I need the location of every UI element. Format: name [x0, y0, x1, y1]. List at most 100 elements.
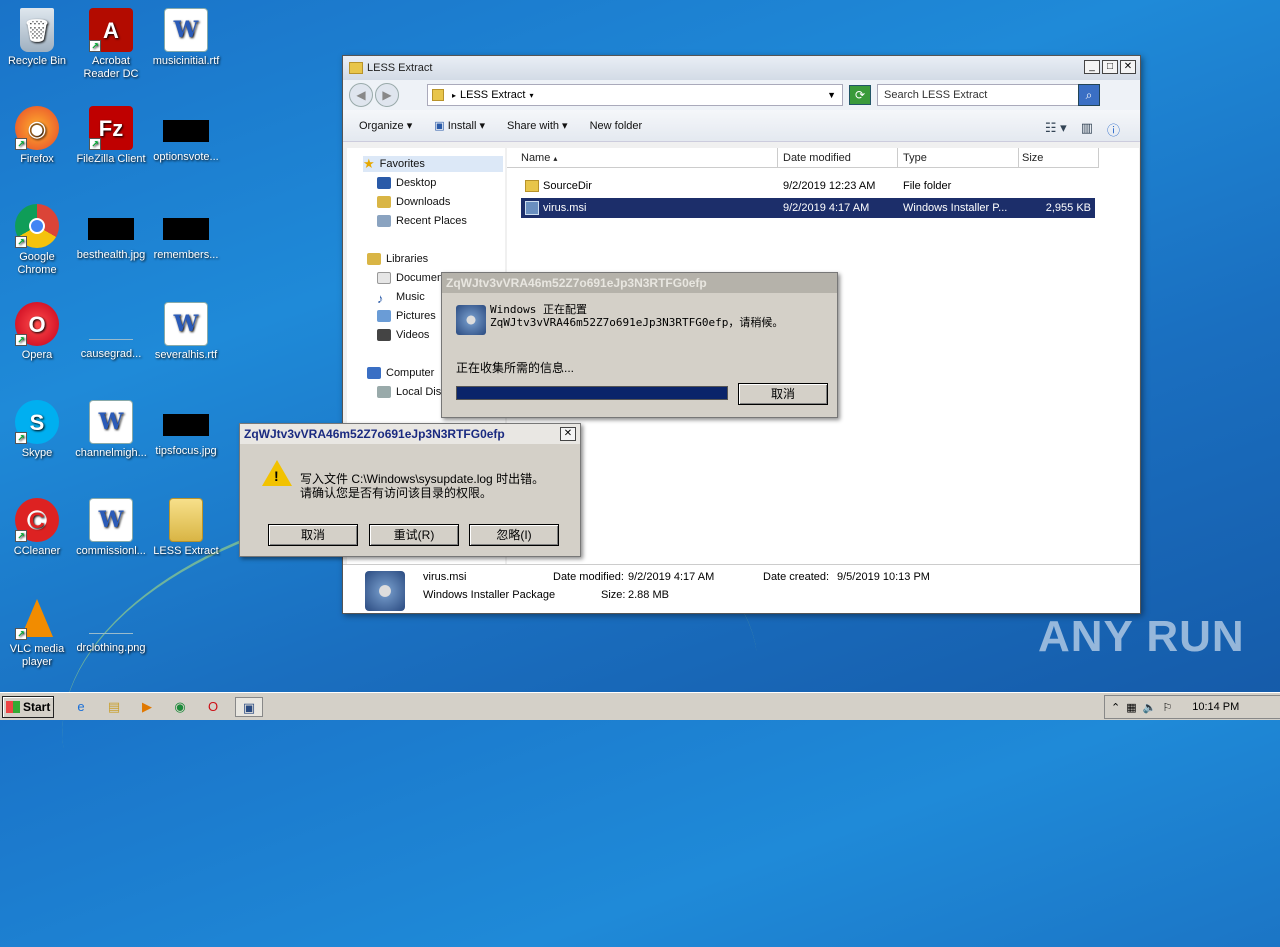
nav-documents[interactable]: Documen [377, 272, 443, 284]
cancel-button[interactable]: 取消 [738, 383, 828, 405]
opera-taskbar-icon[interactable]: O [202, 697, 224, 717]
desktop-icon-less-extract[interactable]: LESS Extract [149, 498, 223, 558]
back-button[interactable]: ◀ [349, 83, 373, 107]
nav-music[interactable]: ♪ Music [377, 291, 425, 306]
file-explorer-icon[interactable]: ▤ [103, 697, 125, 717]
sort-ascending-icon: ▴ [553, 154, 558, 163]
desktop-icon-tipsfocus[interactable]: tipsfocus.jpg [149, 400, 223, 458]
retry-button[interactable]: 重试(R) [369, 524, 459, 546]
system-tray: ⌃ ▦ 🔈 ⚐ 10:14 PM [1104, 695, 1280, 719]
file-row[interactable]: SourceDir 9/2/2019 12:23 AM File folder [521, 176, 1095, 196]
nav-desktop[interactable]: Desktop [377, 177, 436, 189]
image-thumbnail-icon [163, 414, 209, 436]
nav-pictures[interactable]: Pictures [377, 310, 436, 322]
acrobat-icon: A ↗ [89, 8, 133, 52]
opera-icon: O ↗ [15, 302, 59, 346]
folder-icon [432, 89, 444, 101]
breadcrumb-arrow-icon[interactable]: ▸ [452, 91, 456, 100]
desktop-icon-vlc[interactable]: ↗ VLC media player [0, 596, 74, 669]
cancel-button[interactable]: 取消 [268, 524, 358, 546]
ccleaner-icon: C ↗ [15, 498, 59, 542]
image-thumbnail-icon [163, 218, 209, 240]
desktop-icon-skype[interactable]: S ↗ Skype [0, 400, 74, 460]
documents-icon [377, 272, 391, 284]
progress-fill [457, 387, 727, 399]
dialog-title[interactable]: ZqWJtv3vVRA46m52Z7o691eJp3N3RTFG0efp [442, 273, 837, 293]
search-input[interactable]: Search LESS Extract ⌕ [877, 84, 1100, 106]
nav-favorites[interactable]: ★ Favorites [363, 156, 503, 172]
minimize-button[interactable]: _ [1084, 60, 1100, 74]
maximize-button[interactable]: □ [1102, 60, 1118, 74]
status-text: 正在收集所需的信息... [456, 361, 575, 375]
column-header-type[interactable]: Type [898, 148, 1019, 168]
organize-button[interactable]: Organize ▾ [359, 119, 412, 132]
desktop-icon-firefox[interactable]: ◉ ↗ Firefox [0, 106, 74, 166]
help-icon[interactable]: ⓘ [1107, 120, 1120, 139]
desktop-icon-optionsvote[interactable]: optionsvote... [149, 106, 223, 164]
search-icon[interactable]: ⌕ [1078, 84, 1100, 106]
skype-icon: S ↗ [15, 400, 59, 444]
show-hidden-icons-icon[interactable]: ⌃ [1111, 701, 1120, 714]
shortcut-arrow-icon: ↗ [15, 236, 27, 248]
file-row-selected[interactable]: virus.msi 9/2/2019 4:17 AM Windows Insta… [521, 198, 1095, 218]
desktop-icon-commissionl[interactable]: W commissionl... [74, 498, 148, 558]
breadcrumb[interactable]: LESS Extract [460, 89, 525, 101]
action-center-flag-icon[interactable]: ⚐ [1162, 701, 1172, 714]
desktop-icon-channelmigh[interactable]: W channelmigh... [74, 400, 148, 460]
view-options-icon[interactable]: ☷ ▾ [1045, 120, 1067, 139]
address-dropdown-icon[interactable]: ▼ [827, 90, 836, 100]
nav-recent-places[interactable]: Recent Places [377, 215, 467, 227]
address-bar[interactable]: ▸ LESS Extract ▾ ▼ [427, 84, 843, 106]
word-document-icon: W [89, 400, 133, 444]
filezilla-icon: Fz ↗ [89, 106, 133, 150]
downloads-icon [377, 196, 391, 208]
shortcut-arrow-icon: ↗ [89, 40, 101, 52]
new-folder-button[interactable]: New folder [590, 120, 643, 132]
explorer-titlebar[interactable]: LESS Extract _ □ ✕ [343, 56, 1140, 80]
desktop-icon-filezilla[interactable]: Fz ↗ FileZilla Client [74, 106, 148, 166]
desktop-icon-besthealth[interactable]: besthealth.jpg [74, 204, 148, 262]
chrome-taskbar-icon[interactable]: ◉ [169, 697, 191, 717]
column-header-name[interactable]: Name ▴ [507, 148, 778, 168]
error-message-line-2: 请确认您是否有访问该目录的权限。 [300, 486, 493, 500]
refresh-button[interactable]: ⟳ [849, 85, 871, 105]
pictures-icon [377, 310, 391, 322]
ignore-button[interactable]: 忽略(I) [469, 524, 559, 546]
install-button[interactable]: ▣ Install ▾ [434, 119, 485, 132]
clock[interactable]: 10:14 PM [1192, 701, 1239, 713]
installer-icon: ▣ [434, 120, 445, 132]
start-button[interactable]: Start [2, 696, 54, 718]
breadcrumb-dropdown-icon[interactable]: ▾ [529, 91, 533, 100]
preview-pane-icon[interactable]: ▥ [1081, 120, 1093, 139]
internet-explorer-icon[interactable]: e [70, 697, 92, 717]
desktop-icon-remembers[interactable]: remembers... [149, 204, 223, 262]
share-with-button[interactable]: Share with ▾ [507, 119, 568, 132]
desktop-icon-recycle-bin[interactable]: 🗑 Recycle Bin [0, 8, 74, 68]
desktop-icon-opera[interactable]: O ↗ Opera [0, 302, 74, 362]
nav-local-disk[interactable]: Local Disk [377, 386, 447, 398]
nav-libraries[interactable]: Libraries [367, 253, 428, 265]
column-header-size[interactable]: Size [1019, 148, 1099, 168]
desktop-icon-acrobat[interactable]: A ↗ Acrobat Reader DC [74, 8, 148, 81]
desktop-icon-causegrad[interactable]: causegrad... [74, 302, 148, 361]
network-icon[interactable]: ▦ [1126, 701, 1136, 714]
forward-button[interactable]: ▶ [375, 83, 399, 107]
installer-taskbar-button[interactable]: ▣ [235, 697, 263, 717]
media-player-icon[interactable]: ▶ [136, 697, 158, 717]
dialog-title[interactable]: ZqWJtv3vVRA46m52Z7o691eJp3N3RTFG0efp [240, 424, 580, 444]
close-button[interactable]: ✕ [1120, 60, 1136, 74]
nav-downloads[interactable]: Downloads [377, 196, 450, 208]
close-button[interactable]: ✕ [560, 427, 576, 441]
desktop-icon-drclothing[interactable]: drclothing.png [74, 596, 148, 655]
volume-icon[interactable]: 🔈 [1143, 701, 1157, 714]
desktop-icon-severalhis[interactable]: W severalhis.rtf [149, 302, 223, 362]
desktop-icon-ccleaner[interactable]: C ↗ CCleaner [0, 498, 74, 558]
desktop-icon-chrome[interactable]: ↗ Google Chrome [0, 204, 74, 277]
nav-videos[interactable]: Videos [377, 329, 429, 341]
star-icon: ★ [363, 156, 375, 171]
nav-computer[interactable]: Computer [367, 367, 434, 379]
chrome-icon: ↗ [15, 204, 59, 248]
word-document-icon: W [89, 498, 133, 542]
column-header-date[interactable]: Date modified [778, 148, 898, 168]
desktop-icon-musicinitial[interactable]: W musicinitial.rtf [149, 8, 223, 68]
